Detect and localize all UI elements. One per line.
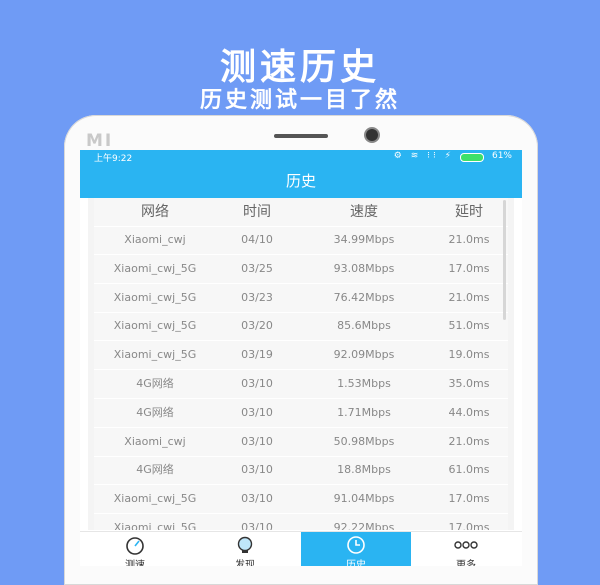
cell-speed: 76.42Mbps <box>333 290 395 304</box>
lightbulb-icon <box>237 536 253 553</box>
cell-latency: 51.0ms <box>448 319 490 333</box>
cell-network: Xiaomi_cwj_5G <box>113 290 197 304</box>
cell-date: 03/19 <box>241 348 273 362</box>
bottom-tab-bar: 测速 发现 历史 更多 <box>80 531 522 566</box>
battery-percent: 61% <box>491 151 512 161</box>
cell-speed: 85.6Mbps <box>337 319 391 333</box>
cell-speed: 91.04Mbps <box>333 492 395 506</box>
promo-subtitle: 历史测试一目了然 <box>199 88 400 113</box>
tab-more[interactable]: 更多 <box>411 532 521 566</box>
cell-speed: 34.99Mbps <box>333 233 395 246</box>
header-latency: 延时 <box>455 204 483 220</box>
cell-date: 03/10 <box>241 492 273 506</box>
battery-icon <box>460 153 484 162</box>
cell-date: 03/10 <box>241 377 273 390</box>
cell-speed: 18.8Mbps <box>337 463 391 477</box>
cell-latency: 61.0ms <box>448 463 490 477</box>
cell-date: 03/23 <box>241 290 273 304</box>
header-speed: 速度 <box>350 204 378 220</box>
table-row: Xiaomi_cwj_5G 03/20 85.6Mbps 51.0ms <box>94 312 508 342</box>
cell-latency: 17.0ms <box>448 261 490 275</box>
table-row: Xiaomi_cwj_5G 03/10 92.22Mbps 17.0ms <box>94 514 508 530</box>
page-title: 历史 <box>285 172 316 190</box>
cell-date: 03/20 <box>241 319 273 333</box>
cell-speed: 1.71Mbps <box>337 405 391 419</box>
status-bar: 上午9:22 ⚙ ≋ ⁝⁝ ⚡ 61% <box>80 150 522 164</box>
app-screen: 上午9:22 ⚙ ≋ ⁝⁝ ⚡ 61% 历史 网络 时间 速度 延时 Xiaom… <box>80 150 522 566</box>
cell-network: 4G网络 <box>136 405 174 419</box>
phone-camera <box>366 129 378 141</box>
cell-latency: 17.0ms <box>448 492 490 506</box>
table-header: 网络 时间 速度 延时 <box>94 198 508 227</box>
clock-icon <box>347 536 365 554</box>
tab-discover[interactable]: 发现 <box>190 532 300 566</box>
tab-history[interactable]: 历史 <box>301 532 411 566</box>
table-row: Xiaomi_cwj_5G 03/19 92.09Mbps 19.0ms <box>94 341 508 371</box>
header-network: 网络 <box>141 204 169 220</box>
cell-latency: 21.0ms <box>448 290 490 304</box>
cell-network: Xiaomi_cwj_5G <box>113 521 197 530</box>
cell-speed: 50.98Mbps <box>333 434 395 448</box>
tab-label: 更多 <box>456 560 476 566</box>
status-icons: ⚙ ≋ ⁝⁝ ⚡ <box>393 151 454 161</box>
cell-date: 03/10 <box>241 521 273 530</box>
cell-speed: 92.22Mbps <box>333 521 395 530</box>
cell-latency: 21.0ms <box>448 434 490 448</box>
table-row: 4G网络 03/10 18.8Mbps 61.0ms <box>94 456 508 486</box>
cell-date: 03/25 <box>241 261 273 275</box>
device-brand-logo: MI <box>86 131 114 151</box>
tab-label: 发现 <box>235 560 255 566</box>
cell-speed: 1.53Mbps <box>337 377 391 390</box>
table-row: 4G网络 03/10 1.53Mbps 35.0ms <box>94 370 508 399</box>
cell-latency: 19.0ms <box>448 348 490 362</box>
cell-network: 4G网络 <box>136 463 174 477</box>
cell-speed: 93.08Mbps <box>333 261 395 275</box>
cell-network: Xiaomi_cwj_5G <box>113 348 197 362</box>
cell-latency: 21.0ms <box>448 233 490 246</box>
app-bar: 历史 <box>80 164 522 198</box>
cell-date: 03/10 <box>241 463 273 477</box>
table-row: Xiaomi_cwj 03/10 50.98Mbps 21.0ms <box>94 428 508 457</box>
tab-label: 历史 <box>346 560 366 566</box>
cell-date: 04/10 <box>241 233 273 246</box>
cell-date: 03/10 <box>241 434 273 448</box>
cell-network: Xiaomi_cwj_5G <box>113 261 197 275</box>
list-scrollbar[interactable] <box>503 200 506 320</box>
cell-latency: 44.0ms <box>448 405 490 419</box>
table-row: Xiaomi_cwj_5G 03/10 91.04Mbps 17.0ms <box>94 485 508 515</box>
header-time: 时间 <box>243 204 271 220</box>
cell-network: Xiaomi_cwj <box>124 434 186 448</box>
history-list[interactable]: 网络 时间 速度 延时 Xiaomi_cwj 04/10 34.99Mbps 21.0… <box>88 198 514 530</box>
cell-speed: 92.09Mbps <box>333 348 395 362</box>
phone-speaker <box>274 134 328 138</box>
cell-latency: 35.0ms <box>448 377 490 390</box>
tab-label: 测速 <box>125 560 145 566</box>
cell-network: Xiaomi_cwj_5G <box>113 319 197 333</box>
status-time: 上午9:22 <box>94 154 133 164</box>
tab-speedtest[interactable]: 测速 <box>80 532 190 566</box>
cell-network: 4G网络 <box>136 377 174 390</box>
cell-network: Xiaomi_cwj_5G <box>113 492 197 506</box>
table-row: 4G网络 03/10 1.71Mbps 44.0ms <box>94 399 508 428</box>
speedometer-icon <box>126 537 144 555</box>
cell-date: 03/10 <box>241 405 273 419</box>
table-row: Xiaomi_cwj_5G 03/23 76.42Mbps 21.0ms <box>94 284 508 313</box>
cell-network: Xiaomi_cwj <box>124 233 186 246</box>
history-table: 网络 时间 速度 延时 Xiaomi_cwj 04/10 34.99Mbps 21.0… <box>94 198 508 530</box>
cell-latency: 17.0ms <box>448 521 490 530</box>
more-dots-icon <box>454 541 478 549</box>
table-row: Xiaomi_cwj 04/10 34.99Mbps 21.0ms <box>94 226 508 255</box>
table-row: Xiaomi_cwj_5G 03/25 93.08Mbps 17.0ms <box>94 255 508 284</box>
